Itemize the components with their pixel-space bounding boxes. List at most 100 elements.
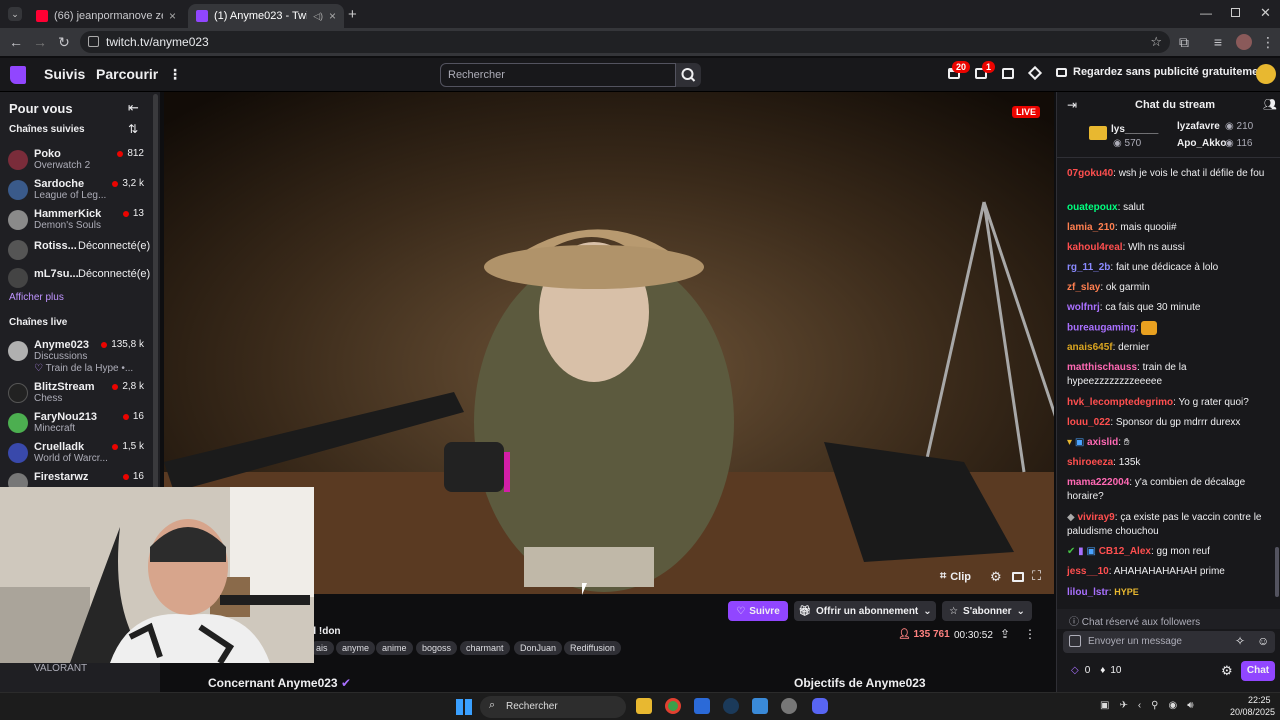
collapse-chat-icon[interactable]: ⇥	[1067, 98, 1077, 112]
chat-settings-icon[interactable]: ⚙	[1221, 663, 1233, 679]
chat-username[interactable]: anais645f	[1067, 342, 1113, 353]
chat-username[interactable]: shiroeeza	[1067, 457, 1113, 468]
file-explorer-icon[interactable]	[636, 698, 652, 714]
sidebar-channel-farynou213[interactable]: FaryNou213 Minecraft 16	[8, 411, 148, 439]
share-icon[interactable]: ⇪	[1000, 627, 1010, 641]
sidebar-channel-sardoche[interactable]: Sardoche League of Leg... 3,2 k	[8, 178, 148, 206]
app-icon[interactable]	[694, 698, 710, 714]
clip-button[interactable]: ⌗ Clip	[940, 570, 971, 583]
taskbar-search[interactable]: ⌕ Rechercher	[480, 696, 626, 718]
bookmark-star-icon[interactable]: ☆	[1150, 34, 1162, 50]
show-more-link[interactable]: Afficher plus	[9, 292, 64, 303]
chat-username[interactable]: bureaugaming	[1067, 323, 1136, 334]
followed-channels-heading: Chaînes suivies	[9, 124, 85, 135]
discord-icon[interactable]	[812, 698, 828, 714]
windows-start-icon[interactable]	[456, 699, 472, 715]
bits-balance[interactable]: ◇ 0 ♦ 10	[1071, 665, 1122, 676]
browser-menu-icon[interactable]: ⋮	[1260, 34, 1276, 50]
chat-identity-icon[interactable]	[1069, 635, 1081, 647]
emote-picker-icon[interactable]: ☺	[1257, 634, 1269, 648]
chat-username[interactable]: lamia_210	[1067, 222, 1115, 233]
chat-users-icon[interactable]: 👥︎	[1263, 98, 1277, 111]
sort-icon[interactable]: ⇅	[128, 122, 138, 136]
nav-browse[interactable]: Parcourir	[96, 66, 158, 82]
chat-username[interactable]: ouatepoux	[1067, 202, 1118, 213]
restore-button[interactable]	[1231, 8, 1240, 17]
url-field[interactable]: twitch.tv/anyme023 ☆	[80, 31, 1170, 53]
close-window-button[interactable]: ✕	[1260, 5, 1271, 21]
minimize-button[interactable]: —	[1200, 6, 1212, 20]
leaderboard-name: lys______	[1111, 124, 1159, 135]
chat-send-button[interactable]: Chat	[1241, 661, 1275, 681]
theatre-mode-icon[interactable]	[1012, 572, 1024, 582]
sidebar-channel-cruelladk[interactable]: Cruelladk World of Warcr... 1,5 k	[8, 441, 148, 469]
search-input[interactable]: Rechercher	[440, 63, 676, 87]
forward-icon[interactable]: →	[32, 34, 48, 50]
stream-tag[interactable]: DonJuan	[514, 641, 563, 655]
stream-tag[interactable]: Rediffusion	[564, 641, 621, 655]
collapse-sidebar-icon[interactable]: ⇤	[128, 100, 139, 116]
close-tab-icon[interactable]: ×	[169, 9, 176, 23]
chat-username[interactable]: zf_slay	[1067, 282, 1100, 293]
chat-username[interactable]: viviray9	[1077, 512, 1114, 523]
new-tab-button[interactable]: +	[348, 6, 357, 23]
chat-input[interactable]: Envoyer un message ✧ ☺	[1063, 631, 1275, 653]
chat-username[interactable]: jess__10	[1067, 566, 1109, 577]
media-controls-icon[interactable]: ≡	[1210, 34, 1226, 50]
subscribe-button[interactable]: ☆ S'abonner ⌄	[942, 601, 1032, 621]
follow-button[interactable]: ♡ Suivre	[728, 601, 788, 621]
nav-following[interactable]: Suivis	[44, 66, 85, 82]
tab-list-icon[interactable]: ⌄	[8, 7, 22, 21]
chat-username[interactable]: axislid	[1087, 437, 1118, 448]
chat-username[interactable]: kahoul4real	[1067, 242, 1123, 253]
tray-icons[interactable]: ▣✈‹⚲◉🔊︎	[1100, 700, 1204, 711]
sidebar-channel-offline[interactable]: Rotiss... Déconnecté(e)	[8, 238, 150, 266]
mute-tab-icon[interactable]: ◁)	[313, 11, 323, 22]
chat-username[interactable]: matthischauss	[1067, 362, 1137, 373]
browser-tab-youtube[interactable]: (66) jeanpormanove zerator - Y ×	[28, 4, 184, 28]
taskbar-clock[interactable]: 22:25	[1248, 695, 1271, 705]
bits-icon[interactable]	[1027, 65, 1043, 81]
sidebar-channel-hammerkick[interactable]: HammerKick Demon's Souls 13	[8, 208, 148, 236]
chat-scrollbar[interactable]	[1275, 547, 1279, 597]
sidebar-channel-anyme023[interactable]: Anyme023 Discussions ♡ Train de la Hype …	[8, 339, 148, 375]
chat-username[interactable]: rg_11_2b	[1067, 262, 1110, 273]
extensions-icon[interactable]: ⧉	[1176, 34, 1192, 50]
reload-icon[interactable]: ↻	[56, 34, 72, 50]
ad-free-promo-button[interactable]: Regardez sans publicité gratuitement	[1056, 66, 1269, 78]
twitch-logo-icon[interactable]	[10, 66, 26, 84]
stream-tag[interactable]: anyme	[336, 641, 376, 655]
chat-username[interactable]: louu_022	[1067, 417, 1110, 428]
stream-tag[interactable]: anime	[376, 641, 413, 655]
bits-cheer-icon[interactable]: ✧	[1235, 634, 1245, 648]
stream-tag[interactable]: bogoss	[416, 641, 458, 655]
site-info-icon[interactable]	[88, 36, 99, 47]
app-icon[interactable]	[781, 698, 797, 714]
sidebar-channel-blitzstream[interactable]: BlitzStream Chess 2,8 k	[8, 381, 148, 409]
settings-gear-icon[interactable]: ⚙	[990, 569, 1002, 585]
profile-avatar[interactable]	[1236, 34, 1252, 50]
sidebar-channel-offline[interactable]: mL7su... Déconnecté(e)	[8, 266, 150, 294]
app-icon[interactable]	[752, 698, 768, 714]
chat-username[interactable]: wolfnrj	[1067, 302, 1100, 313]
taskbar-date[interactable]: 20/08/2025	[1230, 707, 1275, 717]
browser-tab-twitch[interactable]: (1) Anyme023 - Twitch ◁) ×	[188, 4, 344, 28]
sidebar-channel-poko[interactable]: Poko Overwatch 2 812	[8, 148, 148, 176]
stream-tag[interactable]: charmant	[460, 641, 510, 655]
more-options-icon[interactable]: ⋮	[1024, 627, 1036, 641]
chrome-icon[interactable]	[665, 698, 681, 714]
user-avatar[interactable]	[1256, 64, 1276, 84]
chat-username[interactable]: 07goku40	[1067, 168, 1113, 179]
steam-icon[interactable]	[723, 698, 739, 714]
chat-username[interactable]: CB12_Alex	[1099, 546, 1151, 557]
chat-username[interactable]: lilou_lstr	[1067, 587, 1109, 598]
chat-username[interactable]: hvk_lecomptedegrimo	[1067, 397, 1173, 408]
gift-sub-button[interactable]: 🎁︎ Offrir un abonnement ⌄	[794, 601, 936, 621]
fullscreen-icon[interactable]: ⛶	[1032, 568, 1041, 584]
chat-username[interactable]: mama222004	[1067, 477, 1129, 488]
back-icon[interactable]: ←	[8, 34, 24, 50]
whispers-icon[interactable]	[1002, 68, 1014, 79]
close-tab-icon[interactable]: ×	[329, 9, 336, 23]
search-button[interactable]	[676, 63, 701, 87]
more-menu-icon[interactable]: ⋮	[168, 66, 182, 83]
